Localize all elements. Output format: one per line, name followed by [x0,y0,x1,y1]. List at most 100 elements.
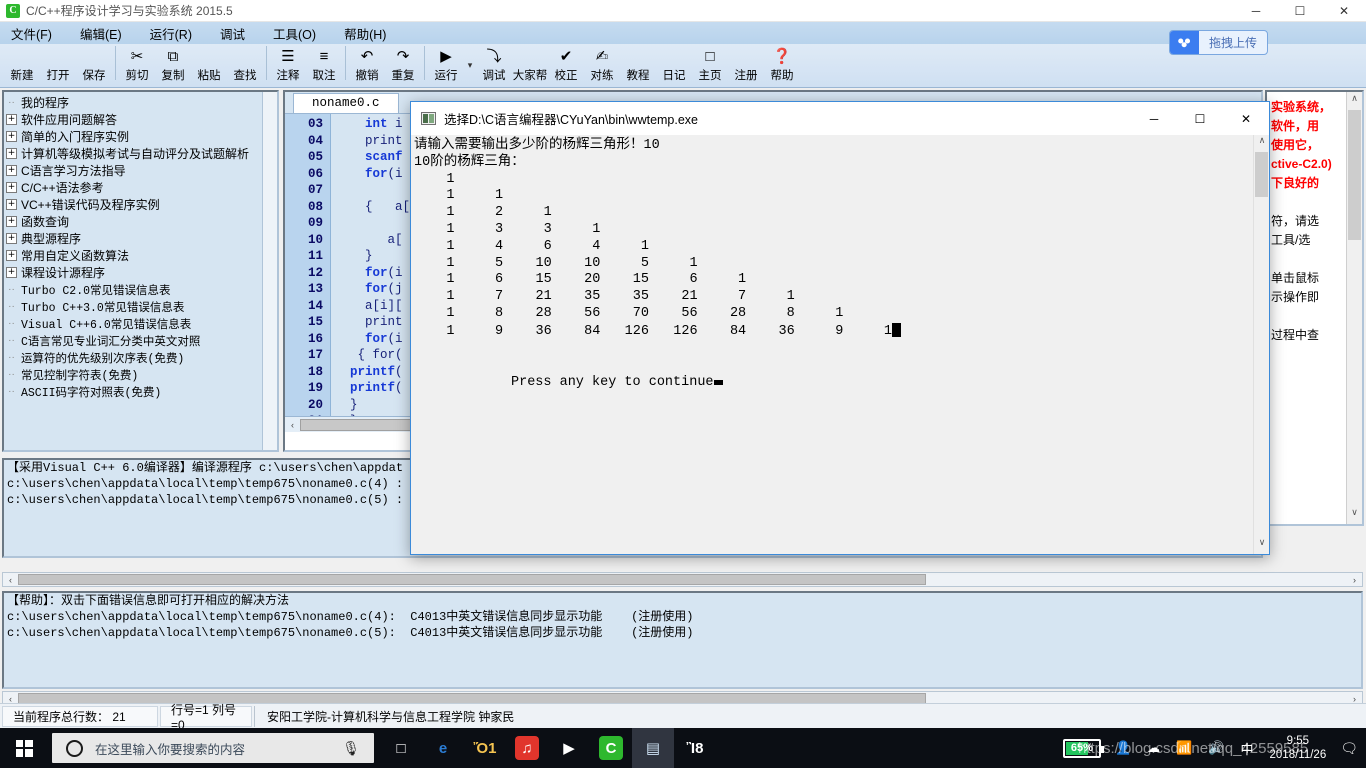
tree-item-9[interactable]: + 常用自定义函数算法 [6,247,277,264]
people-icon[interactable]: 👤 [1115,740,1131,756]
info-panel-scrollbar[interactable]: ∧ ∨ [1346,92,1362,524]
tree-item-6[interactable]: + VC++错误代码及程序实例 [6,196,277,213]
scroll-left-arrow-icon[interactable]: ‹ [285,420,300,430]
tree-item-2[interactable]: + 简单的入门程序实例 [6,128,277,145]
tree-item-0[interactable]: ·· 我的程序 [6,94,277,111]
menu-item-run[interactable]: 运行(R) [147,22,195,45]
console-close-button[interactable]: ✕ [1223,102,1269,135]
menu-item-tools[interactable]: 工具(O) [270,22,319,45]
taskbar-c-program-app[interactable]: C [590,728,632,768]
tree-expand-icon[interactable]: + [6,267,17,278]
tree-expand-icon[interactable]: + [6,233,17,244]
minimize-button[interactable]: ─ [1234,0,1278,22]
scroll-up-arrow-icon[interactable]: ∧ [1348,93,1361,109]
taskbar-task-view[interactable]: □ [380,728,422,768]
tree-item-12[interactable]: ·· Turbo C++3.0常见错误信息表 [6,298,277,315]
help-messages-panel[interactable]: 【帮助】：双击下面错误信息即可打开相应的解决方法 c:\users\chen\a… [2,591,1363,689]
toolbar-button-practice-pencil[interactable]: ✍ 对练 [584,44,620,86]
toolbar-button-undo-arrow[interactable]: ↶ 撤销 [349,44,385,86]
tree-item-14[interactable]: ·· C语言常见专业词汇分类中英文对照 [6,332,277,349]
toolbar-button-books-tutorial[interactable]: 教程 [620,44,656,86]
microphone-icon[interactable]: 🎙 [342,740,360,757]
console-scrollbar[interactable]: ∧ ∨ [1253,135,1269,554]
taskbar-paint-app[interactable]: Ἲ8 [674,728,716,768]
tree-item-8[interactable]: + 典型源程序 [6,230,277,247]
taskbar-active-window[interactable]: ▤ [632,728,674,768]
tree-expand-icon[interactable]: + [6,114,17,125]
tree-item-1[interactable]: + 软件应用问题解答 [6,111,277,128]
toolbar-button-uncomment[interactable]: ≡ 取注 [306,44,342,86]
tree-expand-icon[interactable]: + [6,148,17,159]
menu-item-edit[interactable]: 编辑(E) [77,22,125,45]
battery-icon[interactable]: 65% [1063,739,1101,758]
toolbar-button-binoculars[interactable]: 查找 [227,44,263,86]
toolbar-button-question-help[interactable]: ❓ 帮助 [764,44,800,86]
toolbar-button-diary[interactable]: 日记 [656,44,692,86]
tab-noname0-c[interactable]: noname0.c [293,93,399,113]
tree-expand-icon[interactable]: + [6,165,17,176]
scroll-left-arrow-icon[interactable]: ‹ [3,575,18,585]
toolbar-button-home[interactable]: □ 主页 [692,44,728,86]
toolbar-button-scissors[interactable]: ✂ 剪切 [119,44,155,86]
toolbar-button-new-file[interactable]:  新建 [4,44,40,86]
help-line[interactable]: c:\users\chen\appdata\local\temp\temp675… [4,609,1361,625]
toolbar-button-debug-step[interactable]: ⤵ 调试 [476,44,512,86]
help-line[interactable]: c:\users\chen\appdata\local\temp\temp675… [4,625,1361,641]
tree-expand-icon[interactable]: + [6,182,17,193]
input-method-icon[interactable]: 中 [1241,739,1254,758]
console-minimize-button[interactable]: ─ [1131,102,1177,135]
info-text-panel[interactable]: 实验系统， 软件，用 使用它， ctive-C2.0) 下良好的 符，请选 工具/选 单击… [1265,90,1364,526]
info-scroll-thumb[interactable] [1348,110,1361,240]
taskbar-media-player[interactable]: ▶ [548,728,590,768]
toolbar-button-paste[interactable]: 粘贴 [191,44,227,86]
console-scroll-up-icon[interactable]: ∧ [1254,135,1270,152]
toolbar-button-redo-arrow[interactable]: ↷ 重复 [385,44,421,86]
scroll-right-arrow-icon[interactable]: › [1347,575,1362,585]
menu-item-file[interactable]: 文件(F) [8,22,55,45]
tree-expand-icon[interactable]: + [6,250,17,261]
notifications-icon[interactable]: 🗨 [1340,740,1358,757]
toolbar-button-open-folder[interactable]:  打开 [40,44,76,86]
toolbar-button-comment-lines[interactable]: ☰ 注释 [270,44,306,86]
menu-item-help[interactable]: 帮助(H) [341,22,389,45]
menu-item-debug[interactable]: 调试 [217,22,248,45]
toolbar-button-people-help[interactable]:  大家帮 [512,44,548,86]
scroll-down-arrow-icon[interactable]: ∨ [1348,507,1361,523]
console-output-area[interactable]: 请输入需要输出多少阶的杨辉三角形！10 10阶的杨辉三角： 1 1 1 1 2 … [411,135,1269,554]
content-tree-panel[interactable]: ·· 我的程序 + 软件应用问题解答 + 简单的入门程序实例 + 计算机等级模拟考试与自动评分… [2,90,279,452]
onedrive-icon[interactable]: ☁ [1147,740,1160,756]
start-button[interactable] [0,728,48,768]
tree-item-10[interactable]: + 课程设计源程序 [6,264,277,281]
tree-item-7[interactable]: + 函数查询 [6,213,277,230]
toolbar-button-check-mark[interactable]: ✔ 校正 [548,44,584,86]
tree-item-3[interactable]: + 计算机等级模拟考试与自动评分及试题解析 [6,145,277,162]
maximize-button[interactable]: ☐ [1278,0,1322,22]
console-window[interactable]: 选择D:\C语言编程器\CYuYan\bin\wwtemp.exe ─ ☐ ✕ … [410,101,1270,555]
tree-item-15[interactable]: ·· 运算符的优先级别次序表(免费) [6,349,277,366]
tree-expand-icon[interactable]: + [6,199,17,210]
taskbar-edge-browser[interactable]: e [422,728,464,768]
console-scroll-down-icon[interactable]: ∨ [1254,537,1270,554]
scroll-right-arrow-icon[interactable]: › [1347,694,1362,704]
output-horizontal-scrollbar[interactable]: ‹ › [2,572,1363,587]
toolbar-button-save-disk[interactable]:  保存 [76,44,112,86]
taskbar-file-explorer[interactable]: Ὄ1 [464,728,506,768]
output-scroll-thumb[interactable] [18,574,926,585]
tree-item-11[interactable]: ·· Turbo C2.0常见错误信息表 [6,281,277,298]
tree-expand-icon[interactable]: + [6,216,17,227]
tree-item-5[interactable]: + C/C++语法参考 [6,179,277,196]
volume-icon[interactable]: 🔊 [1208,740,1224,756]
tree-expand-icon[interactable]: + [6,131,17,142]
toolbar-button-run-play[interactable]: ▶ 运行 [428,44,464,86]
taskbar-netease-music[interactable]: ♫ [506,728,548,768]
console-scroll-thumb[interactable] [1255,152,1268,197]
tree-item-17[interactable]: ·· ASCII码字符对照表(免费) [6,383,277,400]
console-maximize-button[interactable]: ☐ [1177,102,1223,135]
scroll-left-arrow-icon[interactable]: ‹ [3,694,18,704]
close-button[interactable]: ✕ [1322,0,1366,22]
drag-upload-button[interactable]: 拖拽上传 [1169,30,1268,55]
tree-item-16[interactable]: ·· 常见控制字符表(免费) [6,366,277,383]
toolbar-button-copy[interactable]: ⧉ 复制 [155,44,191,86]
tree-item-4[interactable]: + C语言学习方法指导 [6,162,277,179]
taskbar-clock[interactable]: 9:55 2018/11/26 [1270,734,1327,762]
